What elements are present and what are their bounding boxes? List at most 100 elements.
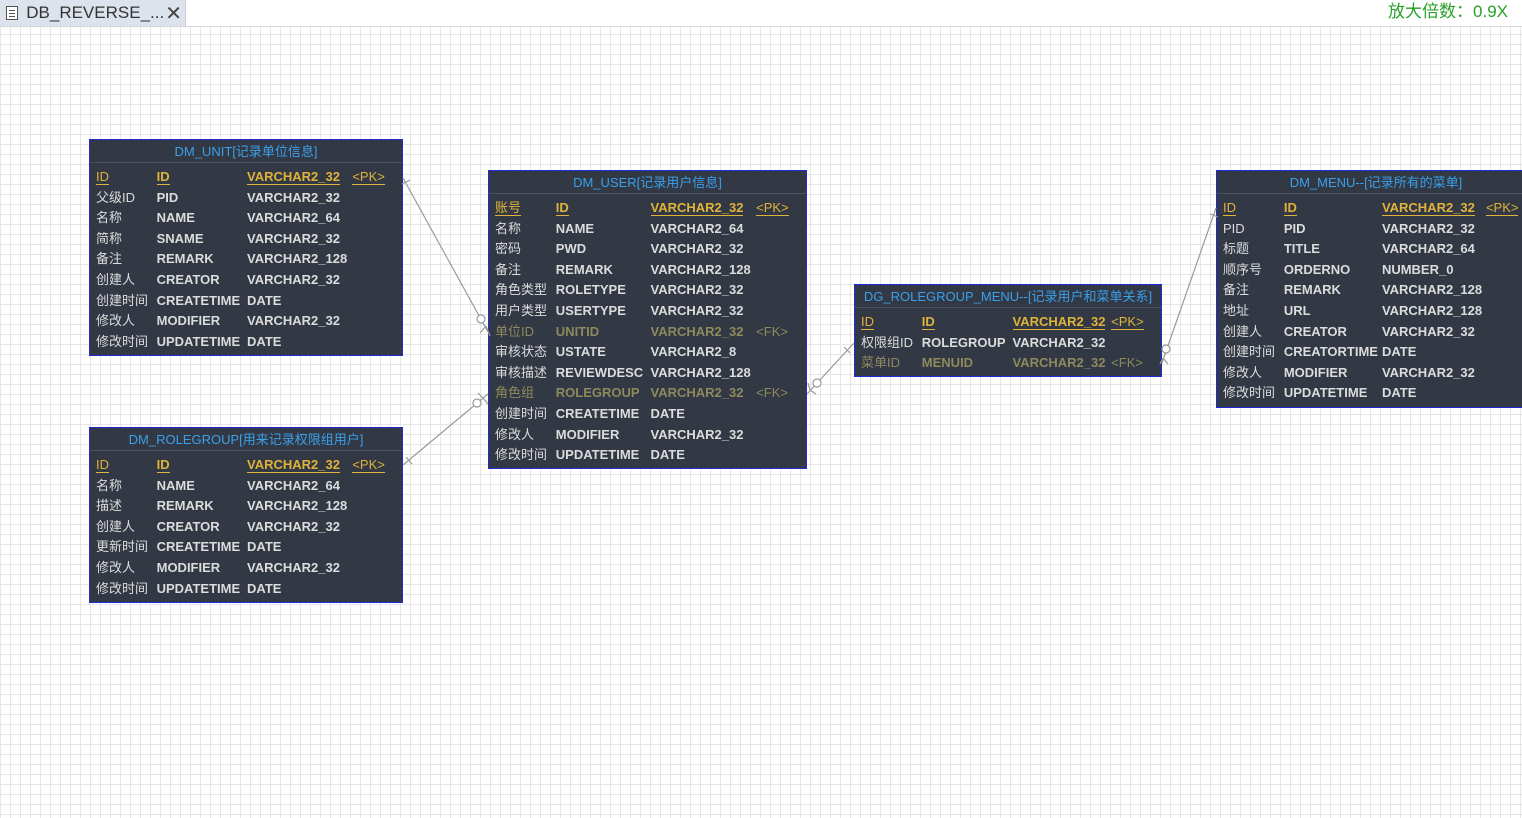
entity-row[interactable]: 修改时间 UPDATETIME DATE [96, 579, 402, 600]
diagram-canvas[interactable]: DM_UNIT[记录单位信息] ID ID VARCHAR2_32 <PK> 父级ID P… [0, 27, 1522, 818]
entity-row[interactable]: 地址 URL VARCHAR2_128 [1223, 301, 1522, 322]
entity-row[interactable]: 备注 REMARK VARCHAR2_128 [1223, 280, 1522, 301]
column-type: VARCHAR2_32 [1012, 314, 1106, 330]
cardinality-one-mark [401, 179, 411, 185]
column-name: REMARK [1283, 282, 1341, 298]
zoom-level: 放大倍数：0.9X [1388, 2, 1508, 21]
entity-columns: ID ID VARCHAR2_32 <PK> 名称 NAME VARCHAR2_64 描述 RE… [90, 451, 402, 599]
entity-row[interactable]: 账号 ID VARCHAR2_32 <PK> [495, 198, 806, 219]
entity-row[interactable]: 用户类型 USERTYPE VARCHAR2_32 [495, 301, 806, 322]
column-type: DATE [247, 292, 282, 308]
entity-row[interactable]: 创建人 CREATOR VARCHAR2_32 [96, 517, 402, 538]
column-name: ID [921, 314, 935, 330]
entity-row[interactable]: 权限组ID ROLEGROUP VARCHAR2_32 [861, 333, 1161, 354]
column-type: VARCHAR2_32 [247, 189, 340, 205]
entity-dm-user[interactable]: DM_USER[记录用户信息] 账号 ID VARCHAR2_32 <PK> 名称 NAM… [488, 170, 807, 469]
entity-row[interactable]: 角色类型 ROLETYPE VARCHAR2_32 [495, 280, 806, 301]
column-name: NAME [555, 220, 595, 236]
column-comment: 审核状态 [495, 344, 548, 360]
entity-row[interactable]: 修改人 MODIFIER VARCHAR2_32 [1223, 363, 1522, 384]
column-name: SNAME [156, 230, 204, 246]
entity-row[interactable]: 描述 REMARK VARCHAR2_128 [96, 496, 402, 517]
column-name: MODIFIER [156, 559, 221, 575]
entity-row[interactable]: 备注 REMARK VARCHAR2_128 [495, 260, 806, 281]
tab-db-reverse[interactable]: DB_REVERSE_... ✕ [0, 0, 186, 26]
entity-row[interactable]: 备注 REMARK VARCHAR2_128 [96, 249, 402, 270]
entity-row[interactable]: 名称 NAME VARCHAR2_64 [96, 476, 402, 497]
entity-columns: ID ID VARCHAR2_32 <PK> PID PID VARCHAR2_32 标题 TI… [1217, 194, 1522, 404]
entity-row[interactable]: ID ID VARCHAR2_32 <PK> [1223, 198, 1522, 219]
column-type: VARCHAR2_128 [247, 498, 348, 514]
column-comment: 描述 [96, 498, 123, 514]
column-name: CREATOR [156, 271, 220, 287]
column-comment: 创建人 [96, 271, 136, 287]
entity-row[interactable]: 修改人 MODIFIER VARCHAR2_32 [96, 558, 402, 579]
column-comment: ID [96, 169, 109, 185]
column-type: VARCHAR2_32 [650, 323, 744, 339]
column-type: DATE [650, 447, 685, 463]
entity-dm-unit[interactable]: DM_UNIT[记录单位信息] ID ID VARCHAR2_32 <PK> 父级ID P… [89, 139, 403, 356]
column-name: ROLEGROUP [921, 334, 1006, 350]
entity-row[interactable]: 名称 NAME VARCHAR2_64 [96, 208, 402, 229]
entity-row[interactable]: 修改人 MODIFIER VARCHAR2_32 [495, 425, 806, 446]
entity-row[interactable]: 密码 PWD VARCHAR2_32 [495, 239, 806, 260]
entity-row[interactable]: 菜单ID MENUID VARCHAR2_32 <FK> [861, 353, 1161, 374]
cardinality-zero-mark [1161, 344, 1171, 354]
column-type: VARCHAR2_64 [650, 220, 744, 236]
column-comment: 父级ID [96, 189, 136, 205]
column-name: CREATOR [156, 518, 220, 534]
entity-row[interactable]: 修改时间 UPDATETIME DATE [495, 445, 806, 466]
column-key [756, 363, 806, 384]
column-comment: 审核描述 [495, 364, 548, 380]
column-key [756, 280, 806, 301]
entity-row[interactable]: 顺序号 ORDERNO NUMBER_0 [1223, 260, 1522, 281]
column-comment: 用户类型 [495, 302, 548, 318]
column-key [352, 537, 402, 558]
column-comment: 名称 [495, 220, 522, 236]
column-type: VARCHAR2_32 [247, 271, 340, 287]
entity-row[interactable]: ID ID VARCHAR2_32 <PK> [861, 312, 1161, 333]
column-key [1486, 383, 1522, 404]
column-name: UPDATETIME [156, 580, 241, 596]
entity-row[interactable]: 创建人 CREATOR VARCHAR2_32 [1223, 322, 1522, 343]
entity-row[interactable]: 创建时间 CREATETIME DATE [96, 291, 402, 312]
entity-row[interactable]: ID ID VARCHAR2_32 <PK> [96, 455, 402, 476]
entity-dm-rolegroup[interactable]: DM_ROLEGROUP[用来记录权限组用户] ID ID VARCHAR2_32 <… [89, 427, 403, 603]
close-icon[interactable]: ✕ [164, 2, 183, 25]
entity-row[interactable]: 更新时间 CREATETIME DATE [96, 537, 402, 558]
entity-row[interactable]: 角色组 ROLEGROUP VARCHAR2_32 <FK> [495, 383, 806, 404]
column-name: ID [156, 169, 170, 185]
column-comment: 更新时间 [96, 539, 149, 555]
entity-row[interactable]: 单位ID UNITID VARCHAR2_32 <FK> [495, 322, 806, 343]
column-key: <PK> [1111, 314, 1144, 330]
column-name: NAME [156, 477, 195, 493]
entity-row[interactable]: 父级ID PID VARCHAR2_32 [96, 188, 402, 209]
entity-row[interactable]: 标题 TITLE VARCHAR2_64 [1223, 239, 1522, 260]
column-comment: 修改人 [1223, 364, 1263, 380]
column-key [756, 425, 806, 446]
entity-row[interactable]: 修改时间 UPDATETIME DATE [1223, 383, 1522, 404]
column-comment: 创建人 [1223, 323, 1263, 339]
entity-row[interactable]: ID ID VARCHAR2_32 <PK> [96, 167, 402, 188]
entity-row[interactable]: PID PID VARCHAR2_32 [1223, 219, 1522, 240]
entity-row[interactable]: 创建时间 CREATETIME DATE [495, 404, 806, 425]
entity-row[interactable]: 审核状态 USTATE VARCHAR2_8 [495, 342, 806, 363]
entity-dg-rolegroup-menu[interactable]: DG_ROLEGROUP_MENU--[记录用户和菜单关系] ID ID VARCH… [854, 284, 1162, 377]
column-comment: 修改人 [96, 313, 136, 329]
entity-row[interactable]: 名称 NAME VARCHAR2_64 [495, 219, 806, 240]
entity-row[interactable]: 修改人 MODIFIER VARCHAR2_32 [96, 311, 402, 332]
entity-row[interactable]: 简称 SNAME VARCHAR2_32 [96, 229, 402, 250]
column-type: VARCHAR2_32 [650, 200, 744, 216]
entity-row[interactable]: 创建人 CREATOR VARCHAR2_32 [96, 270, 402, 291]
column-name: USTATE [555, 344, 606, 360]
column-comment: 单位ID [495, 323, 535, 339]
column-key [352, 332, 402, 353]
entity-row[interactable]: 审核描述 REVIEWDESC VARCHAR2_128 [495, 363, 806, 384]
column-type: VARCHAR2_128 [650, 261, 751, 277]
column-key: <FK> [756, 385, 788, 401]
entity-columns: 账号 ID VARCHAR2_32 <PK> 名称 NAME VARCHAR2_64 密码 PW… [489, 194, 806, 466]
entity-row[interactable]: 创建时间 CREATORTIME DATE [1223, 342, 1522, 363]
entity-row[interactable]: 修改时间 UPDATETIME DATE [96, 332, 402, 353]
cardinality-zero-mark [476, 314, 486, 324]
entity-dm-menu[interactable]: DM_MENU--[记录所有的菜单] ID ID VARCHAR2_32 <PK> PI… [1216, 170, 1522, 408]
